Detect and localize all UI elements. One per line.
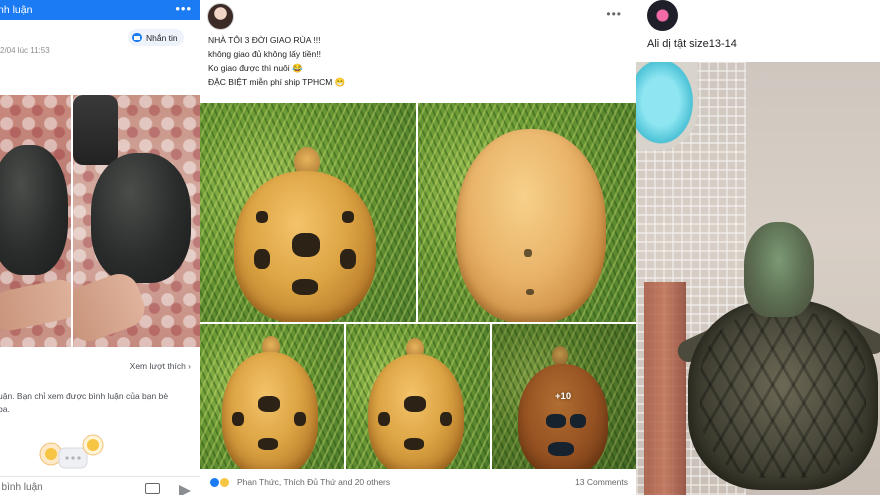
turtle-photo-bottom-2[interactable] — [346, 324, 490, 469]
comment-notice: uận. Bạn chỉ xem được bình luận của bạn … — [0, 390, 194, 416]
turtle-photo-top-left[interactable] — [200, 103, 416, 322]
post-line-2: không giao đủ không lấy tiền!! — [208, 49, 321, 59]
listing-panel: Ali dị tật size13-14 — [636, 0, 880, 495]
comment-composer: t bình luận — [0, 476, 200, 495]
dark-turtle-shell — [91, 153, 191, 283]
comments-panel: nh luận ••• 2/04 lúc 11:53 Nhắn tin Xem … — [0, 0, 200, 495]
send-icon[interactable] — [179, 485, 191, 495]
avatar[interactable] — [207, 3, 234, 30]
comments-header: nh luận ••• — [0, 0, 200, 20]
post-date: 2/04 lúc 11:53 — [0, 46, 50, 55]
comments-header-title: nh luận — [0, 4, 33, 16]
reactions-summary[interactable]: Phan Thức, Thích Đủ Thứ and 20 others — [237, 477, 390, 487]
comment-notice-line1: uận. Bạn chỉ xem được bình luận của bạn … — [0, 391, 169, 401]
turtle-photo-bottom-1[interactable] — [200, 324, 344, 469]
turtle-photo-2[interactable] — [73, 95, 200, 347]
post-line-4: ĐẶC BIỆT miễn phí ship TPHCM 😁 — [208, 77, 346, 87]
turtle-head — [744, 222, 814, 317]
dark-turtle-shell — [0, 145, 68, 275]
more-options-icon[interactable]: ••• — [175, 0, 192, 20]
turtle-shell — [234, 171, 376, 322]
more-options-icon[interactable]: ••• — [606, 7, 622, 21]
comment-notice-line2: ba. — [0, 404, 10, 414]
red-pipe — [644, 282, 686, 495]
see-likes-link[interactable]: Xem lượt thích › — [130, 361, 191, 371]
snapping-turtle-photo[interactable] — [636, 62, 880, 495]
comments-count[interactable]: 13 Comments — [575, 477, 628, 487]
turtle-shell — [368, 354, 464, 469]
more-photos-count[interactable]: +10 — [555, 391, 571, 402]
post-line-1: NHÀ TÔI 3 ĐỜI GIAO RÙA !!! — [208, 35, 321, 45]
turtle-photo-1[interactable] — [0, 95, 71, 347]
turtle-photo-top-right[interactable] — [418, 103, 636, 322]
chat-bubble-icon — [132, 33, 142, 42]
photo-icon[interactable] — [145, 483, 160, 494]
post-footer: Phan Thức, Thích Đủ Thứ and 20 others 13… — [200, 469, 636, 495]
comment-input[interactable]: t bình luận — [0, 482, 43, 493]
message-button-label: Nhắn tin — [146, 32, 178, 43]
post-line-3: Ko giao được thì nuôi 😂 — [208, 63, 303, 73]
post-text: NHÀ TÔI 3 ĐỜI GIAO RÙA !!! không giao đủ… — [208, 33, 345, 89]
arm — [73, 95, 118, 165]
post-panel: ••• NHÀ TÔI 3 ĐỜI GIAO RÙA !!! không gia… — [200, 0, 636, 495]
turtle-shell — [222, 352, 318, 469]
haha-icon — [219, 477, 230, 488]
avatar[interactable] — [647, 0, 678, 31]
listing-caption: Ali dị tật size13-14 — [647, 38, 737, 50]
snapping-turtle-shell — [688, 300, 878, 490]
sticker-illustration — [39, 434, 104, 469]
message-button[interactable]: Nhắn tin — [128, 29, 184, 46]
turtle-shell — [456, 129, 606, 322]
